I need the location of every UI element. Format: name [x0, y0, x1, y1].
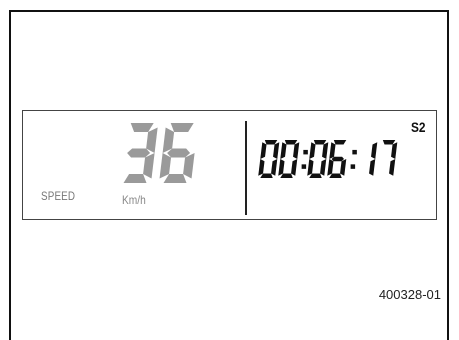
timer-readout	[258, 140, 398, 178]
segment-d	[309, 173, 322, 178]
segment-a	[130, 123, 154, 132]
digit-6-pos-3	[327, 140, 347, 178]
segment-e	[307, 159, 314, 176]
figure-id-label: 400328-01	[378, 287, 441, 302]
segment-a	[313, 140, 327, 145]
speed-unit-label: Km/h	[122, 193, 146, 207]
speed-readout	[123, 123, 195, 183]
segment-c	[389, 159, 396, 176]
segment-b	[371, 142, 378, 159]
segment-f	[260, 142, 267, 159]
segment-c	[369, 159, 376, 176]
segment-c	[320, 159, 327, 176]
segment-e	[258, 159, 265, 176]
lcd-display-panel: SPEED Km/h S2	[22, 110, 437, 220]
segment-g	[331, 156, 345, 162]
segment-g	[167, 148, 191, 158]
colon-dot	[352, 149, 357, 155]
digit-7-pos-5	[382, 140, 398, 176]
segment-c	[340, 159, 347, 176]
segment-c	[291, 159, 298, 176]
segment-d	[163, 174, 187, 183]
digit-0-pos-2	[307, 140, 329, 178]
segment-d	[260, 173, 273, 178]
digit-0-pos-0	[258, 140, 280, 178]
segment-d	[329, 173, 342, 178]
segment-f	[309, 142, 316, 159]
colon-dot	[301, 164, 307, 169]
display-divider	[245, 121, 247, 215]
segment-a	[333, 140, 347, 145]
colon-dot	[350, 164, 356, 169]
segment-g	[127, 148, 151, 158]
segment-f	[280, 142, 287, 159]
segment-e	[327, 159, 334, 176]
segment-e	[278, 159, 285, 176]
segment-a	[284, 140, 298, 145]
digit-6-pos-1	[159, 123, 195, 183]
segment-b	[273, 142, 280, 159]
segment-b	[322, 142, 329, 159]
segment-d	[280, 173, 293, 178]
segment-a	[264, 140, 278, 145]
segment-d	[123, 174, 147, 183]
segment-b	[391, 142, 398, 159]
digit-1-pos-4	[369, 142, 378, 176]
colon-dot	[303, 149, 308, 155]
digit-3-pos-0	[123, 123, 158, 183]
screen-indicator-label: S2	[411, 119, 426, 135]
segment-a	[382, 140, 396, 145]
segment-c	[271, 159, 278, 176]
segment-b	[293, 142, 300, 159]
digit-0-pos-1	[278, 140, 300, 178]
segment-a	[170, 123, 194, 132]
segment-f	[329, 142, 336, 159]
speed-label: SPEED	[41, 189, 76, 203]
